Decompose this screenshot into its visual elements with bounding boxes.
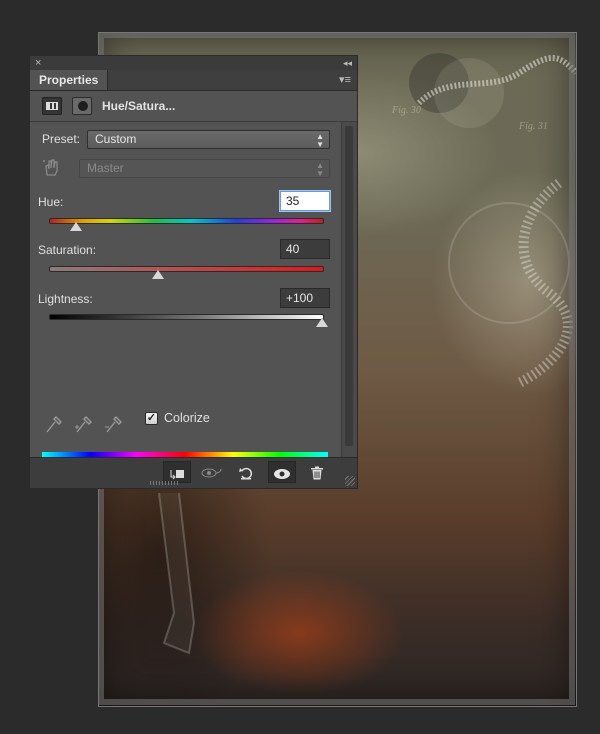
panel-scrollbar[interactable] bbox=[341, 122, 357, 458]
eyedropper-icon[interactable] bbox=[44, 415, 62, 435]
figure-annotation: Fig. 31 bbox=[519, 121, 548, 132]
properties-panel: × ◂◂ Properties ▾≡ Hue/Satura... Preset:… bbox=[29, 55, 358, 489]
dropdown-arrows-icon: ▲ ▼ bbox=[316, 132, 324, 149]
adjustment-title: Hue/Satura... bbox=[102, 99, 176, 113]
tab-properties[interactable]: Properties bbox=[30, 70, 109, 90]
targeted-adjustment-hand-icon[interactable] bbox=[42, 157, 62, 177]
adjustment-controls: Preset: Custom ▲ ▼ Master ▲ ▼ Hue: 35 Satu… bbox=[30, 122, 342, 472]
layer-mask-icon[interactable] bbox=[72, 97, 92, 115]
colorize-checkbox[interactable]: ✓ bbox=[145, 412, 158, 425]
adjustment-layer-icon[interactable] bbox=[42, 97, 62, 115]
hue-slider-track[interactable] bbox=[49, 218, 324, 224]
resize-grip[interactable] bbox=[345, 476, 355, 486]
eyedropper-add-icon[interactable] bbox=[74, 415, 92, 435]
figure-annotation: Fig. 30 bbox=[392, 105, 421, 116]
preset-label: Preset: bbox=[42, 132, 81, 146]
adjustment-header: Hue/Satura... bbox=[30, 91, 357, 122]
eye-icon[interactable] bbox=[268, 461, 296, 483]
colorize-label: Colorize bbox=[164, 411, 210, 425]
panel-titlebar[interactable]: × ◂◂ bbox=[30, 56, 357, 71]
preset-value: Custom bbox=[95, 132, 137, 146]
saturation-slider-track[interactable] bbox=[49, 266, 324, 272]
panel-bottom-toolbar bbox=[30, 457, 357, 488]
snake-skeleton-illustration bbox=[409, 53, 576, 388]
panel-tabbar: Properties ▾≡ bbox=[30, 70, 357, 91]
lightness-slider-thumb[interactable] bbox=[316, 318, 328, 327]
trash-icon[interactable] bbox=[303, 461, 331, 483]
collapse-icon[interactable]: ◂◂ bbox=[343, 56, 352, 70]
saturation-label: Saturation: bbox=[38, 243, 97, 257]
scrollbar-thumb[interactable] bbox=[345, 126, 353, 446]
view-previous-state-icon[interactable] bbox=[198, 461, 226, 483]
clip-to-layer-icon[interactable] bbox=[163, 461, 191, 483]
hue-input[interactable]: 35 bbox=[279, 190, 331, 212]
saturation-slider-thumb[interactable] bbox=[152, 270, 165, 279]
lightness-slider-track[interactable] bbox=[49, 314, 324, 320]
preset-select[interactable]: Custom ▲ ▼ bbox=[87, 130, 330, 149]
panel-menu-icon[interactable]: ▾≡ bbox=[339, 72, 351, 88]
channel-value: Master bbox=[87, 161, 124, 175]
close-icon[interactable]: × bbox=[35, 56, 41, 70]
lightness-input[interactable]: +100 bbox=[280, 288, 330, 308]
dropdown-arrows-icon: ▲ ▼ bbox=[316, 161, 324, 178]
channel-select[interactable]: Master ▲ ▼ bbox=[79, 159, 330, 178]
reset-icon[interactable] bbox=[232, 461, 260, 483]
saturation-input[interactable]: 40 bbox=[280, 239, 330, 259]
hue-label: Hue: bbox=[38, 195, 64, 209]
panel-resize-handle[interactable] bbox=[150, 481, 178, 485]
bone-illustration bbox=[158, 493, 196, 655]
eyedropper-subtract-icon[interactable] bbox=[104, 415, 122, 435]
lightness-label: Lightness: bbox=[38, 292, 93, 306]
hue-slider-thumb[interactable] bbox=[70, 222, 83, 231]
